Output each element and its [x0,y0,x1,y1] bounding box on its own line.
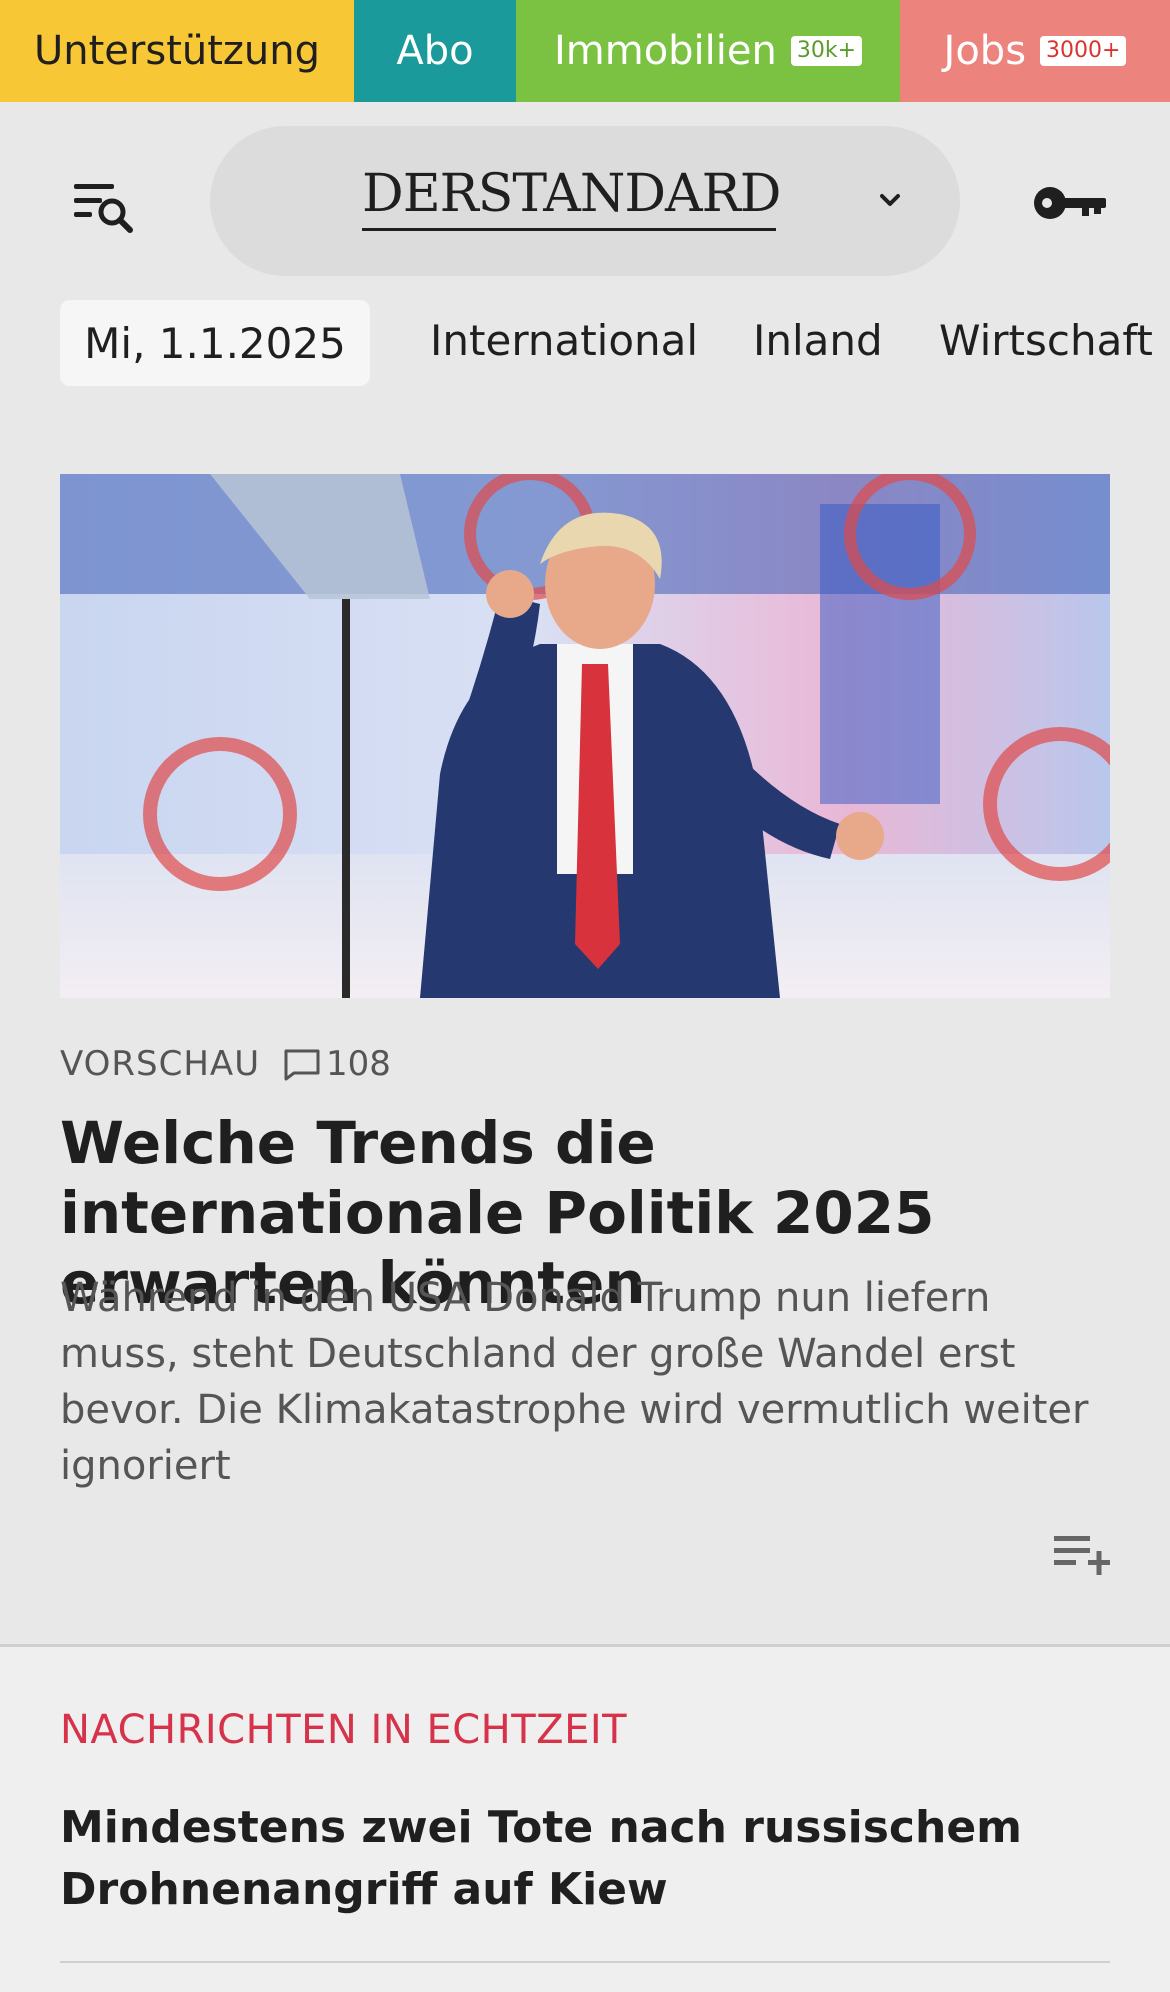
tab-support-label: Unterstützung [33,28,320,74]
comments-link[interactable]: 108 [282,1044,391,1084]
add-to-list-button[interactable] [1052,1530,1112,1580]
nav-item-inland[interactable]: Inland [753,316,883,365]
live-section-title[interactable]: NACHRICHTEN IN ECHTZEIT [60,1707,627,1753]
tab-jobs-label: Jobs [943,28,1027,74]
service-bar: Unterstützung Abo Immobilien 30k+ Jobs 3… [0,0,1170,102]
tab-support[interactable]: Unterstützung [0,0,354,102]
live-news-section: NACHRICHTEN IN ECHTZEIT Mindestens zwei … [0,1644,1170,1992]
tab-immobilien[interactable]: Immobilien 30k+ [516,0,900,102]
nav-item-international[interactable]: International [430,316,698,365]
logo-underline [362,228,776,231]
tab-jobs[interactable]: Jobs 3000+ [900,0,1170,102]
chevron-down-icon [880,194,900,206]
header: DERSTANDARD [0,102,1170,298]
menu-search-button[interactable] [70,178,140,238]
jobs-count-badge: 3000+ [1040,36,1127,66]
immobilien-count-badge: 30k+ [790,36,863,66]
tab-abo[interactable]: Abo [354,0,516,102]
site-logo: DERSTANDARD [362,164,781,224]
hero-photo [60,474,1110,998]
date-chip[interactable]: Mi, 1.1.2025 [60,300,370,386]
article-kicker: VORSCHAU [60,1044,261,1084]
nav-item-wirtschaft[interactable]: Wirtschaft [939,316,1153,365]
login-button[interactable] [1030,178,1110,228]
section-nav: Mi, 1.1.2025 International Inland Wirtsc… [0,298,1170,390]
live-news-headline[interactable]: Mindestens zwei Tote nach russischem Dro… [60,1797,1120,1921]
playlist-add-icon [1054,1536,1110,1575]
tab-abo-label: Abo [396,28,474,74]
logo-button[interactable]: DERSTANDARD [210,126,960,276]
divider [60,1961,1110,1963]
menu-search-icon [74,184,133,233]
tab-immobilien-label: Immobilien [553,28,777,74]
comment-icon [284,1049,320,1081]
article-teaser: Während in den USA Donald Trump nun lief… [60,1275,1089,1489]
comment-count: 108 [326,1044,391,1084]
key-icon [1034,187,1106,219]
article-hero-image[interactable] [60,474,1110,998]
